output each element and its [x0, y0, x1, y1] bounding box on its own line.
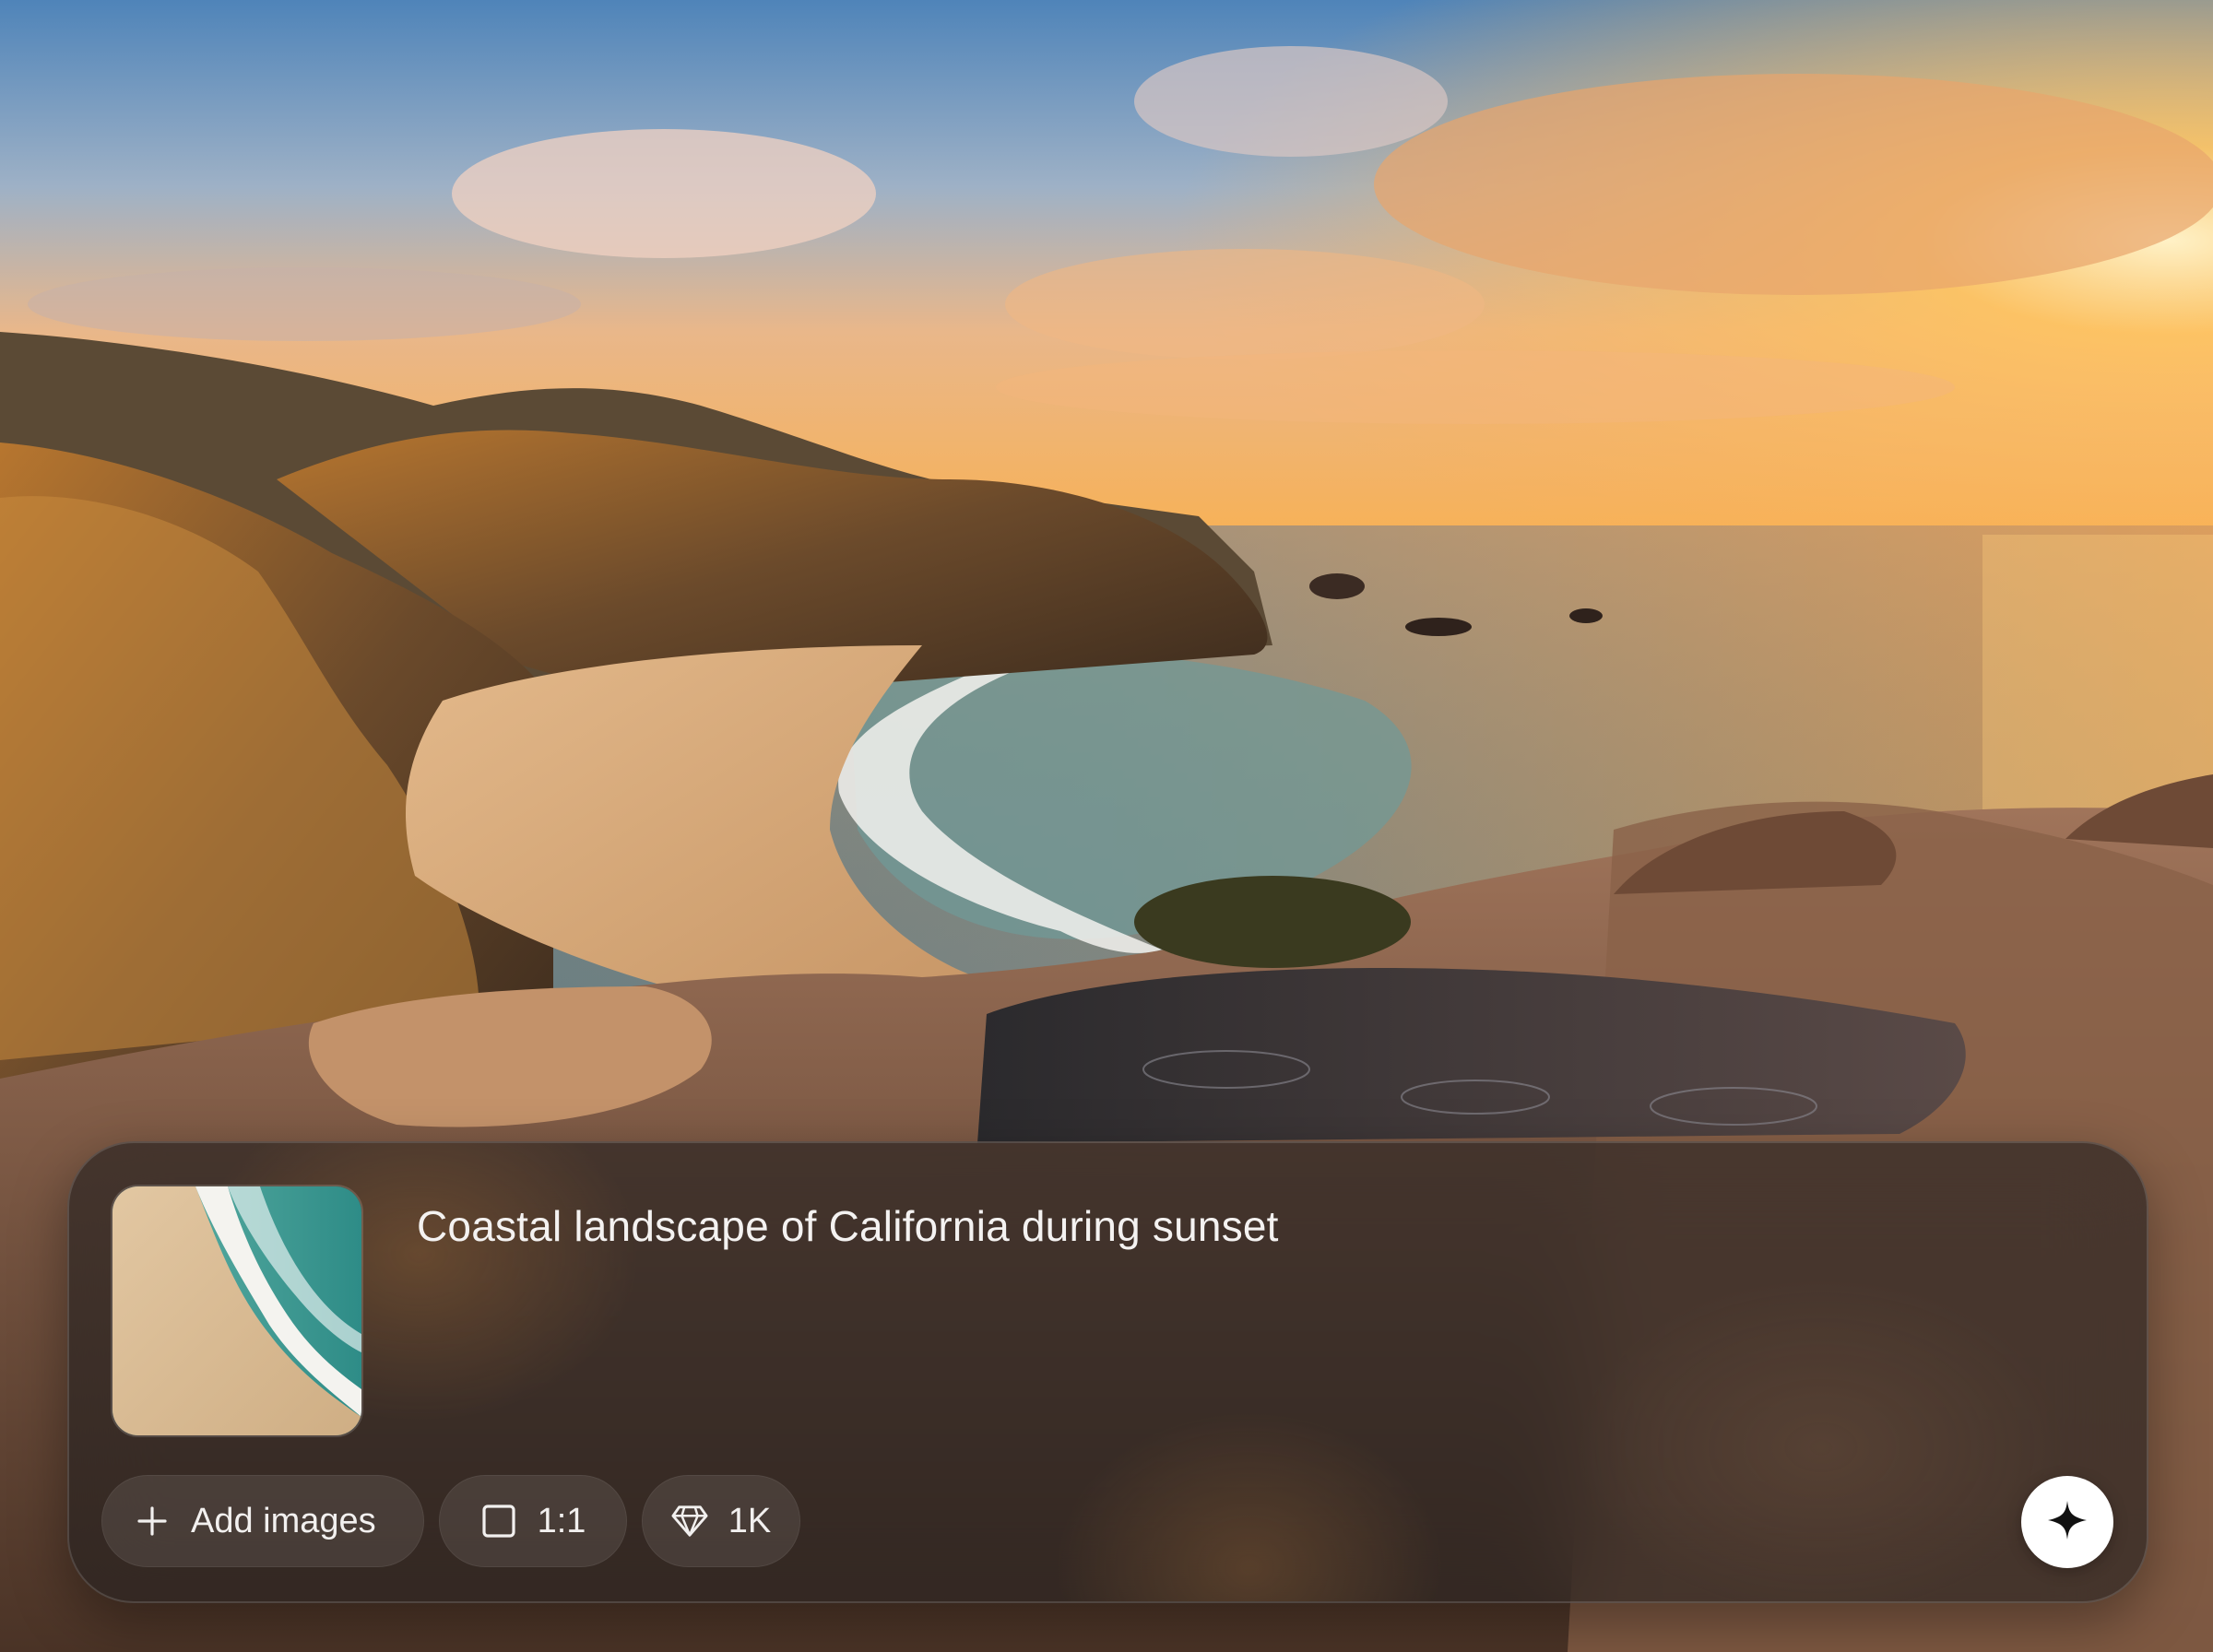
sparkle-icon — [2046, 1499, 2089, 1546]
prompt-input[interactable]: Coastal landscape of California during s… — [417, 1200, 2073, 1254]
quality-button[interactable]: 1K — [642, 1475, 800, 1567]
app-canvas: Coastal landscape of California during s… — [0, 0, 2213, 1652]
aspect-ratio-label: 1:1 — [537, 1501, 586, 1540]
reference-image-thumbnail[interactable] — [111, 1185, 363, 1437]
add-images-button[interactable]: Add images — [101, 1475, 424, 1567]
prompt-composer: Coastal landscape of California during s… — [67, 1141, 2148, 1603]
square-icon — [480, 1503, 517, 1540]
add-images-label: Add images — [191, 1501, 376, 1540]
quality-label: 1K — [728, 1501, 772, 1540]
beach-aerial-image — [112, 1186, 361, 1435]
composer-toolbar: Add images 1:1 1K — [101, 1475, 800, 1567]
plus-icon — [134, 1503, 171, 1540]
generate-button[interactable] — [2021, 1476, 2113, 1568]
diamond-icon — [671, 1503, 708, 1540]
aspect-ratio-button[interactable]: 1:1 — [439, 1475, 627, 1567]
